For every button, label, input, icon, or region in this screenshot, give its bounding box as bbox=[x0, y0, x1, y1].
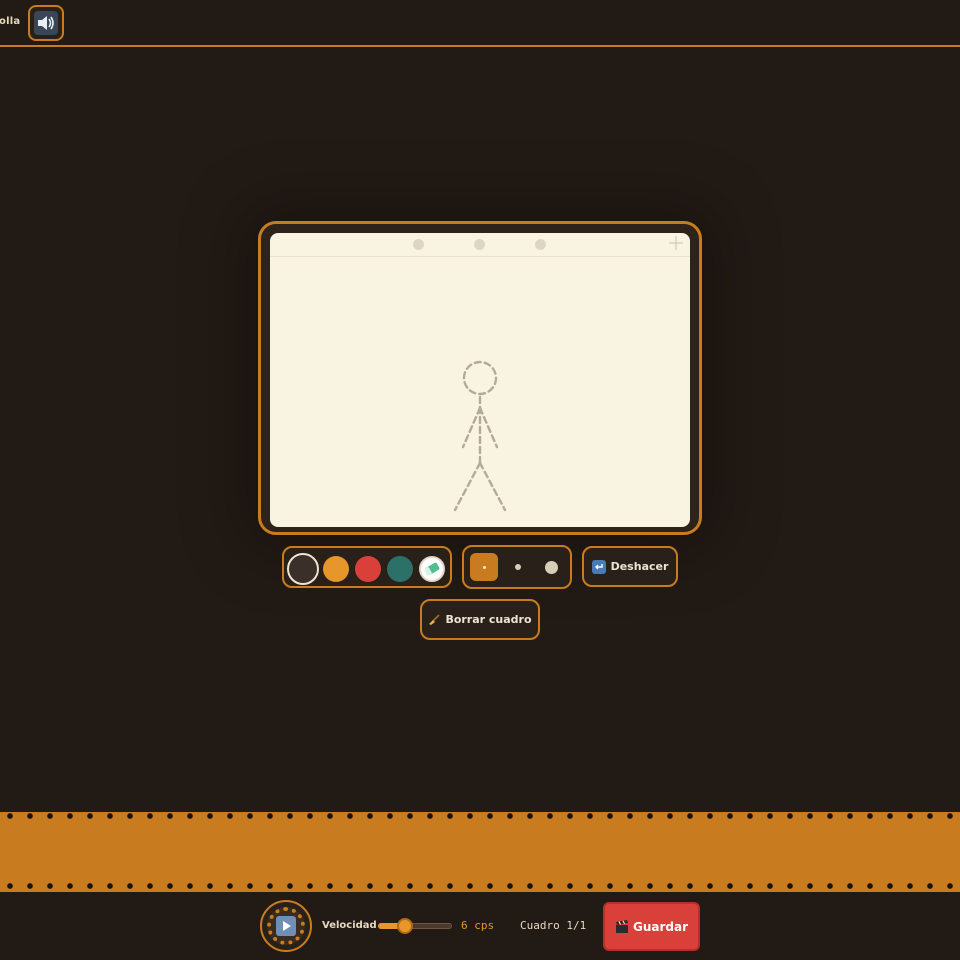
speaker-icon bbox=[34, 11, 58, 35]
color-swatch-teal[interactable] bbox=[387, 556, 413, 582]
clapperboard-icon bbox=[615, 919, 628, 933]
dot-icon bbox=[544, 560, 558, 574]
color-swatch-red[interactable] bbox=[355, 556, 381, 582]
undo-label: Deshacer bbox=[610, 560, 669, 573]
clear-frame-button[interactable]: Borrar cuadro bbox=[420, 599, 540, 640]
color-palette bbox=[282, 546, 452, 588]
play-button[interactable] bbox=[260, 900, 312, 952]
brush-size-medium[interactable] bbox=[504, 553, 532, 581]
dot-icon bbox=[482, 565, 486, 569]
top-bar: olla bbox=[0, 0, 960, 47]
sound-toggle-button[interactable] bbox=[28, 5, 64, 41]
brush-size-large[interactable] bbox=[537, 553, 565, 581]
eraser-icon bbox=[424, 562, 440, 576]
eraser-button[interactable] bbox=[419, 556, 445, 582]
broom-icon bbox=[429, 613, 441, 625]
color-swatch-orange[interactable] bbox=[323, 556, 349, 582]
save-label: Guardar bbox=[632, 919, 688, 934]
speed-value: 6 cps bbox=[461, 919, 495, 932]
frame-counter: Cuadro 1/1 bbox=[520, 919, 587, 932]
canvas-frame bbox=[258, 221, 702, 535]
frame-filmstrip[interactable] bbox=[0, 812, 960, 892]
film-perforations-bottom bbox=[0, 882, 960, 890]
clear-frame-label: Borrar cuadro bbox=[445, 613, 532, 626]
drawing-canvas[interactable] bbox=[270, 233, 690, 527]
stick-figure-guide bbox=[453, 360, 507, 512]
speed-slider[interactable] bbox=[378, 918, 452, 934]
brush-size-small[interactable] bbox=[470, 553, 498, 581]
undo-icon bbox=[591, 559, 606, 574]
undo-button[interactable]: Deshacer bbox=[582, 546, 678, 587]
brush-size-selector bbox=[462, 545, 572, 589]
slider-thumb[interactable] bbox=[397, 918, 414, 934]
save-button[interactable]: Guardar bbox=[603, 902, 700, 951]
dot-icon bbox=[515, 564, 521, 570]
play-icon bbox=[276, 916, 296, 936]
film-perforations-top bbox=[0, 812, 960, 820]
speed-label: Velocidad bbox=[322, 920, 377, 931]
color-swatch-black[interactable] bbox=[287, 553, 319, 585]
play-reel bbox=[267, 907, 305, 945]
app-title: olla bbox=[0, 16, 21, 27]
